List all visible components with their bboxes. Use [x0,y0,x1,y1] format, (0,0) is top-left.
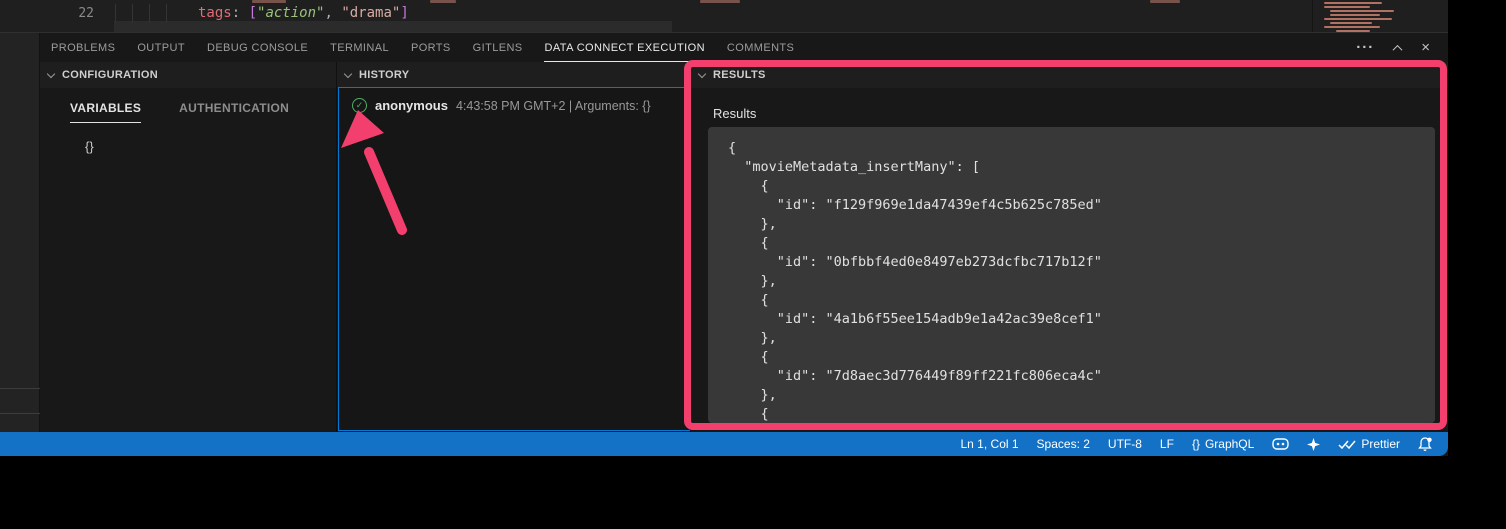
minimap-line [1324,18,1392,20]
tab-debug-console[interactable]: DEBUG CONSOLE [196,34,319,62]
sparkle-icon[interactable] [1307,438,1320,451]
section-title: RESULTS [713,69,766,81]
configuration-section: CONFIGURATION VARIABLES AUTHENTICATION {… [40,62,336,432]
tab-gitlens[interactable]: GITLENS [462,34,534,62]
copilot-icon[interactable] [1272,437,1289,451]
minimap-line [1336,30,1370,32]
editor-area: 22 tags: ["action", "drama"] [0,0,1448,33]
screenshot-canvas: 22 tags: ["action", "drama"] PROBLEMS OU… [0,0,1506,529]
minimap-line [1330,14,1380,16]
minimap[interactable] [1318,2,1432,33]
code-line: tags: ["action", "drama"] [198,5,409,21]
tab-problems[interactable]: PROBLEMS [40,34,126,62]
code-token-string: "drama" [341,5,400,21]
sidebar-section-divider [0,413,40,414]
code-token-bracket: ] [400,5,408,21]
code-fragment [430,0,456,3]
history-section: HISTORY ✓ anonymous 4:43:58 PM GMT+2 | A… [336,62,690,432]
tab-label: DATA CONNECT EXECUTION [545,42,705,54]
language-label: GraphQL [1205,437,1254,451]
history-item-name: anonymous [375,98,448,113]
code-token-property: tags [198,5,232,21]
history-list: ✓ anonymous 4:43:58 PM GMT+2 | Arguments… [338,87,691,431]
notifications-bell-icon[interactable] [1418,437,1432,452]
chevron-up-icon[interactable] [1393,44,1403,54]
minimap-line [1330,22,1372,24]
minimap-line [1324,2,1382,4]
tab-label: PORTS [411,42,451,54]
tab-variables[interactable]: VARIABLES [70,101,141,123]
sidebar-edge [0,33,40,432]
chevron-down-icon [47,69,55,77]
tab-label: DEBUG CONSOLE [207,42,308,54]
tab-label: PROBLEMS [51,42,115,54]
code-token-punctuation: , [324,5,341,21]
tab-authentication[interactable]: AUTHENTICATION [179,101,289,123]
results-header[interactable]: RESULTS [691,62,1448,88]
panel-actions: ··· × [1356,41,1448,55]
line-number: 22 [64,6,94,21]
minimap-divider [1312,0,1313,33]
panel-tab-bar: PROBLEMS OUTPUT DEBUG CONSOLE TERMINAL P… [40,34,1448,62]
more-actions-icon[interactable]: ··· [1356,43,1374,53]
current-line-highlight [114,21,672,33]
braces-icon: {} [1192,437,1200,451]
section-title: HISTORY [359,69,409,81]
cursor-position[interactable]: Ln 1, Col 1 [961,437,1019,451]
history-item-meta: 4:43:58 PM GMT+2 | Arguments: {} [456,99,651,113]
history-header[interactable]: HISTORY [337,62,690,88]
double-check-icon [1338,439,1356,450]
tab-data-connect-execution[interactable]: DATA CONNECT EXECUTION [534,34,716,62]
tab-label: TERMINAL [330,42,389,54]
formatter-indicator[interactable]: Prettier [1338,437,1400,451]
indent-guide [132,4,133,22]
code-fragment [700,0,740,3]
results-label: Results [713,106,1448,121]
chevron-down-icon [698,69,706,77]
variables-value[interactable]: {} [85,139,336,154]
tab-output[interactable]: OUTPUT [126,34,196,62]
language-indicator[interactable]: {} GraphQL [1192,437,1254,451]
tab-label: GITLENS [473,42,523,54]
tab-ports[interactable]: PORTS [400,34,462,62]
formatter-label: Prettier [1361,437,1400,451]
tab-terminal[interactable]: TERMINAL [319,34,400,62]
indent-guide [166,4,167,22]
code-token-bracket: [ [249,5,257,21]
tab-label: COMMENTS [727,42,794,54]
history-item[interactable]: ✓ anonymous 4:43:58 PM GMT+2 | Arguments… [339,88,690,113]
indentation-indicator[interactable]: Spaces: 2 [1037,437,1090,451]
results-output[interactable]: { "movieMetadata_insertMany": [ { "id": … [708,127,1435,423]
tab-comments[interactable]: COMMENTS [716,34,805,62]
vscode-window: 22 tags: ["action", "drama"] PROBLEMS OU… [0,0,1448,456]
minimap-line [1330,10,1394,12]
results-json: { "movieMetadata_insertMany": [ { "id": … [708,127,1435,423]
sidebar-section-divider [0,388,40,389]
eol-indicator[interactable]: LF [1160,437,1174,451]
indent-guide [149,4,150,22]
encoding-indicator[interactable]: UTF-8 [1108,437,1142,451]
success-check-icon: ✓ [352,98,367,113]
minimap-line [1324,26,1380,28]
indent-guide [115,4,116,22]
code-token-string: "action" [257,5,324,21]
results-section: RESULTS Results { "movieMetadata_insertM… [690,62,1448,432]
tab-label: OUTPUT [137,42,185,54]
minimap-line [1324,6,1370,8]
configuration-tabs: VARIABLES AUTHENTICATION [40,88,336,123]
code-fragment [252,0,286,3]
chevron-down-icon [344,69,352,77]
section-title: CONFIGURATION [62,69,158,81]
data-connect-execution-panel: CONFIGURATION VARIABLES AUTHENTICATION {… [40,62,1448,432]
close-icon[interactable]: × [1421,41,1430,55]
code-token-punctuation: : [232,5,249,21]
code-fragment [1150,0,1180,3]
configuration-header[interactable]: CONFIGURATION [40,62,336,88]
status-bar: Ln 1, Col 1 Spaces: 2 UTF-8 LF {} GraphQ… [0,432,1448,456]
